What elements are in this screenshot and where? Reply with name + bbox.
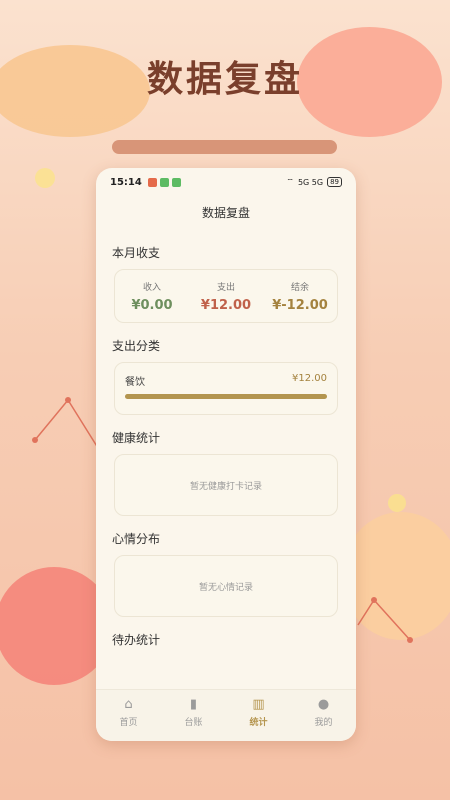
mood-empty-card: 暂无心情记录 xyxy=(114,555,338,617)
income-label: 收入 xyxy=(142,282,161,293)
income-value: ¥0.00 xyxy=(131,297,173,313)
promo-title: 数据复盘 xyxy=(146,59,303,100)
balance-label: 结余 xyxy=(290,282,309,293)
chart-icon: ▥ xyxy=(252,697,265,712)
balance-value: ¥-12.00 xyxy=(272,297,328,313)
status-time: 15:14 xyxy=(110,176,142,188)
tab-home[interactable]: ⌂ 首页 xyxy=(96,690,161,741)
section-title-health: 健康统计 xyxy=(112,431,161,445)
decor-blob xyxy=(342,512,450,640)
tab-label: 台账 xyxy=(184,718,203,728)
tab-profile[interactable]: ● 我的 xyxy=(291,690,356,741)
category-name: 餐饮 xyxy=(125,377,145,388)
page-title: 数据复盘 xyxy=(201,206,250,220)
signal-text: 5G 5G xyxy=(297,177,324,187)
notification-icon xyxy=(147,177,157,187)
health-empty-text: 暂无健康打卡记录 xyxy=(189,481,262,492)
user-icon: ● xyxy=(317,697,330,712)
monthly-summary-card: 收入 ¥0.00 支出 ¥12.00 结余 ¥-12.00 xyxy=(114,269,338,323)
category-row: 餐饮 ¥12.00 xyxy=(125,373,327,388)
section-title-mood: 心情分布 xyxy=(112,532,161,546)
notification-icon xyxy=(159,177,169,187)
mood-empty-text: 暂无心情记录 xyxy=(198,582,253,593)
notification-icon xyxy=(171,177,181,187)
phone-screen: 15:14 ⌔ 5G 5G 89 数据复盘 本月收支 收入 ¥0.00 支出 ¥… xyxy=(96,168,356,741)
category-card[interactable]: 餐饮 ¥12.00 xyxy=(114,362,338,415)
tab-label: 首页 xyxy=(119,718,138,728)
battery-icon: 89 xyxy=(327,177,342,187)
section-title-todo: 待办统计 xyxy=(112,633,161,647)
decor-dot xyxy=(388,494,406,512)
section-title-monthly: 本月收支 xyxy=(112,246,161,260)
bottom-tab-bar: ⌂ 首页 ▮ 台账 ▥ 统计 ● 我的 xyxy=(96,689,356,741)
health-empty-card: 暂无健康打卡记录 xyxy=(114,454,338,516)
decor-dot xyxy=(35,168,55,188)
balance-cell: 结余 ¥-12.00 xyxy=(263,280,337,313)
income-cell: 收入 ¥0.00 xyxy=(115,280,189,313)
tab-label: 我的 xyxy=(314,718,333,728)
category-progress-track xyxy=(125,394,327,399)
category-progress-fill xyxy=(125,394,327,399)
expense-cell: 支出 ¥12.00 xyxy=(189,280,263,313)
expense-value: ¥12.00 xyxy=(200,297,252,313)
decor-bar xyxy=(112,140,337,154)
wifi-icon: ⌔ xyxy=(286,177,294,186)
book-icon: ▮ xyxy=(189,697,198,712)
status-right: ⌔ 5G 5G 89 xyxy=(286,177,342,187)
home-icon: ⌂ xyxy=(124,697,133,712)
tab-label: 统计 xyxy=(249,718,268,728)
tab-ledger[interactable]: ▮ 台账 xyxy=(161,690,226,741)
section-title-categories: 支出分类 xyxy=(112,339,161,353)
category-amount: ¥12.00 xyxy=(292,373,327,384)
status-bar: 15:14 ⌔ 5G 5G 89 xyxy=(96,168,356,196)
tab-stats[interactable]: ▥ 统计 xyxy=(226,690,291,741)
expense-label: 支出 xyxy=(216,282,235,293)
